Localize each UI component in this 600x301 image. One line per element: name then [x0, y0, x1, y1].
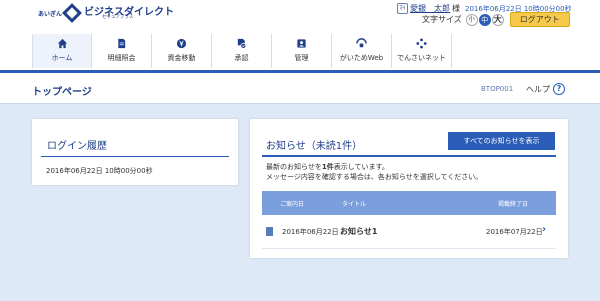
- login-history-title: ログイン履歴: [47, 141, 107, 152]
- help-icon: ?: [553, 83, 565, 95]
- font-size-large-button[interactable]: 大: [491, 13, 504, 26]
- nav-item-statements[interactable]: 明細照会: [92, 34, 152, 68]
- user-icon: ﾏｲ: [397, 3, 408, 14]
- document-icon: [266, 227, 273, 236]
- column-header-title: タイトル: [342, 201, 367, 208]
- nav-item-transfer[interactable]: 資金移動: [152, 34, 212, 68]
- logout-button[interactable]: ログアウト: [509, 12, 570, 27]
- nav-label: 明細照会: [107, 54, 136, 62]
- font-size-label: 文字サイズ: [422, 15, 462, 24]
- help-link[interactable]: ヘルプ ?: [526, 83, 565, 95]
- nav-item-densai[interactable]: でんさいネット: [392, 34, 452, 68]
- notice-end-date: 2016年07月22日: [486, 228, 543, 236]
- logo-subtitle: セキュアプラス: [102, 15, 134, 20]
- nav-label: 管理: [294, 54, 309, 62]
- divider: [41, 156, 229, 157]
- nav-label: でんさいネット: [397, 54, 446, 62]
- login-history-value: 2016年06月22日 10時00分00秒: [46, 167, 153, 175]
- notices-title: お知らせ（未読1件）: [266, 141, 363, 152]
- admin-icon: [297, 39, 306, 48]
- page-id: BTOP001: [481, 85, 514, 93]
- notice-title: お知らせ1: [340, 227, 378, 236]
- nav-label: ホーム: [51, 54, 73, 62]
- chevron-right-icon: ›: [542, 224, 547, 235]
- notices-message-pre: 最新のお知らせを: [266, 163, 322, 171]
- notices-table-header: ご案内日 タイトル 掲載終了日: [262, 191, 556, 215]
- home-icon: [57, 38, 67, 49]
- notice-date: 2016年06月22日: [282, 228, 339, 236]
- table-row[interactable]: 2016年06月22日 お知らせ1 2016年07月22日 ›: [262, 215, 556, 249]
- column-header-end-date: 掲載終了日: [498, 201, 529, 208]
- notices-message-line2: メッセージ内容を確認する場合は、各お知らせを選択してください。: [266, 173, 483, 181]
- show-all-notices-button[interactable]: すべてのお知らせを表示: [448, 132, 555, 150]
- notices-card: お知らせ（未読1件） すべてのお知らせを表示 最新のお知らせを1件表示しています…: [250, 119, 568, 258]
- document-icon: [118, 38, 126, 49]
- nav-item-admin[interactable]: 管理: [272, 34, 332, 68]
- font-size-controls: 文字サイズ 小 中 大 ログアウト: [422, 12, 570, 27]
- globe-icon: [356, 38, 367, 48]
- yen-icon: [176, 38, 187, 49]
- login-history-card: ログイン履歴 2016年06月22日 10時00分00秒: [32, 119, 238, 185]
- logo-mark-icon: [62, 3, 82, 23]
- notices-message-count: 1件: [321, 163, 334, 171]
- divider: [262, 155, 556, 157]
- header: あいぎん ビジネスダイレクト セキュアプラス ﾏｲ 愛銀 太郎 様 2016年0…: [0, 0, 600, 70]
- font-size-medium-button[interactable]: 中: [478, 13, 491, 26]
- nav-item-approval[interactable]: 承認: [212, 34, 272, 68]
- nav-label: 承認: [234, 54, 249, 62]
- page-title-bar: トップページ BTOP001 ヘルプ ?: [0, 73, 600, 104]
- main-nav: ホーム 明細照会 資金移動 承認 管理 がいためWeb でんさいネット: [32, 34, 452, 68]
- column-header-date: ご案内日: [280, 201, 305, 208]
- nav-label: がいためWeb: [339, 54, 384, 62]
- page-title: トップページ: [32, 87, 92, 98]
- nav-label: 資金移動: [167, 54, 196, 62]
- nav-item-home[interactable]: ホーム: [32, 34, 92, 68]
- approval-icon: [237, 38, 247, 49]
- network-icon: [416, 38, 427, 49]
- font-size-small-button[interactable]: 小: [465, 13, 478, 26]
- notices-message: 最新のお知らせを1件表示しています。 メッセージ内容を確認する場合は、各お知らせ…: [266, 162, 482, 182]
- logo-prefix: あいぎん: [38, 10, 63, 18]
- notices-message-post: 表示しています。: [333, 163, 389, 171]
- help-label: ヘルプ: [526, 84, 550, 94]
- nav-item-gaitame[interactable]: がいためWeb: [332, 34, 392, 68]
